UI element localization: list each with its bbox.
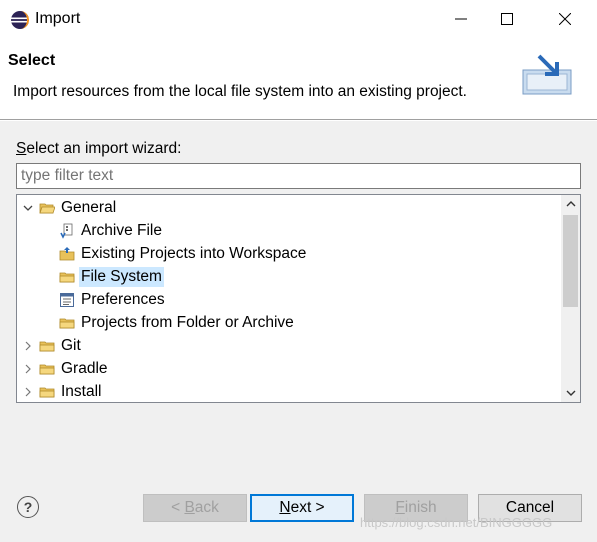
chevron-down-icon[interactable]	[21, 201, 35, 215]
project-icon	[59, 246, 75, 260]
maximize-icon	[501, 13, 513, 25]
tree-item-label: Existing Projects into Workspace	[81, 244, 307, 262]
folder-icon	[39, 341, 55, 351]
folder-icon	[39, 387, 55, 397]
page-description: Import resources from the local file sys…	[13, 83, 467, 100]
page-title: Select	[8, 52, 56, 69]
wizard-list-label: Select an import wizard:	[16, 140, 182, 157]
tree-item-label: Install	[61, 382, 102, 400]
chevron-down-icon	[566, 390, 575, 396]
archive-icon	[60, 223, 73, 239]
tree-item-existing-projects[interactable]: Existing Projects into Workspace	[59, 242, 308, 265]
scroll-down-button[interactable]	[561, 384, 580, 402]
folder-icon	[59, 318, 75, 328]
back-button[interactable]: < Back	[143, 494, 247, 522]
chevron-right-icon[interactable]	[21, 339, 35, 353]
title-bar: Import	[0, 0, 597, 38]
maximize-button[interactable]	[484, 0, 530, 38]
close-button[interactable]	[542, 0, 588, 38]
folder-open-icon	[39, 203, 55, 213]
tree-item-label: General	[61, 198, 117, 216]
tree-item-git[interactable]: Git	[21, 334, 83, 357]
scroll-up-button[interactable]	[561, 195, 580, 213]
tree-item-label: Projects from Folder or Archive	[81, 313, 294, 331]
help-icon: ?	[23, 499, 33, 515]
close-icon	[559, 13, 571, 25]
tree-item-file-system[interactable]: File System	[59, 265, 164, 288]
filter-input[interactable]	[16, 163, 581, 189]
help-button[interactable]: ?	[17, 496, 39, 518]
tree-item-label: File System	[79, 266, 164, 287]
folder-icon	[39, 364, 55, 374]
chevron-right-icon[interactable]	[21, 385, 35, 399]
wizard-body: Select an import wizard: General Archive…	[0, 121, 597, 542]
tree-item-label: Git	[61, 336, 81, 354]
preferences-icon	[60, 292, 74, 307]
tree-item-projects-from-folder[interactable]: Projects from Folder or Archive	[59, 311, 296, 334]
eclipse-icon	[11, 11, 29, 29]
window-title: Import	[35, 10, 81, 27]
folder-icon	[59, 272, 75, 282]
wizard-banner: Select Import resources from the local f…	[0, 38, 597, 120]
tree-item-label: Preferences	[81, 290, 165, 308]
chevron-up-icon	[566, 201, 575, 207]
tree-item-label: Archive File	[81, 221, 162, 239]
next-button[interactable]: Next >	[250, 494, 354, 522]
scroll-thumb[interactable]	[563, 215, 578, 307]
tree-item-gradle[interactable]: Gradle	[21, 357, 110, 380]
watermark: https://blog.csdn.net/BINGGGGG	[360, 515, 553, 530]
tree-item-label: Gradle	[61, 359, 108, 377]
minimize-icon	[455, 18, 467, 20]
wizard-tree[interactable]: General Archive File Existing Projects i…	[16, 194, 581, 403]
minimize-button[interactable]	[438, 0, 484, 38]
import-wizard-icon	[522, 54, 572, 95]
tree-item-archive-file[interactable]: Archive File	[59, 219, 164, 242]
tree-item-install[interactable]: Install	[21, 380, 104, 402]
tree-item-general[interactable]: General	[21, 196, 118, 219]
tree-scrollbar[interactable]	[561, 195, 580, 402]
tree-item-preferences[interactable]: Preferences	[59, 288, 167, 311]
chevron-right-icon[interactable]	[21, 362, 35, 376]
